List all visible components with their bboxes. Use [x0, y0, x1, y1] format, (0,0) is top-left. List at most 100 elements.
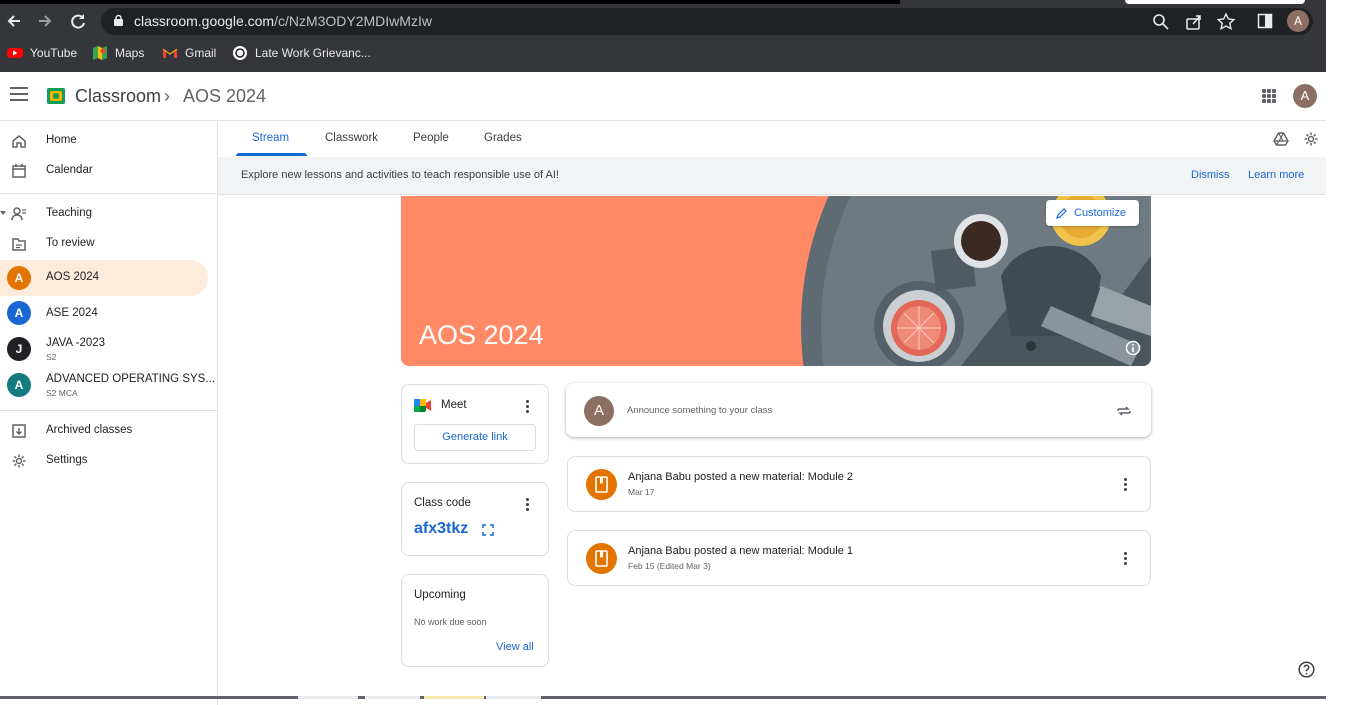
info-icon[interactable] — [1125, 340, 1141, 356]
learn-more-link[interactable]: Learn more — [1248, 169, 1304, 181]
meet-card: Meet Generate link — [401, 384, 549, 464]
class-settings-icon[interactable] — [1303, 131, 1319, 147]
info-banner: Explore new lessons and activities to te… — [218, 157, 1326, 195]
material-icon — [586, 543, 617, 574]
sidebar-item-settings[interactable]: Settings — [0, 443, 208, 479]
sidebar-item-label: Home — [46, 134, 77, 146]
google-apps-icon[interactable] — [1262, 89, 1276, 103]
account-avatar[interactable]: A — [1293, 84, 1317, 108]
hero-class-title: AOS 2024 — [419, 320, 544, 350]
forward-icon[interactable] — [34, 10, 56, 32]
taskbar-item — [424, 696, 484, 699]
classroom-header: Classroom › AOS 2024 A — [0, 72, 1326, 121]
reload-icon[interactable] — [67, 10, 89, 32]
browser-tab[interactable] — [1125, 0, 1305, 4]
dismiss-button[interactable]: Dismiss — [1191, 169, 1230, 181]
tab-stream[interactable]: Stream — [252, 132, 289, 144]
app-title[interactable]: Classroom — [75, 86, 161, 107]
tab-classwork[interactable]: Classwork — [325, 132, 378, 144]
drive-icon[interactable] — [1273, 131, 1289, 147]
class-title: AOS 2024 — [183, 86, 267, 106]
class-section: S2 MCA — [46, 388, 78, 398]
youtube-icon — [7, 48, 23, 58]
help-icon[interactable] — [1298, 661, 1315, 678]
generate-link-button[interactable]: Generate link — [414, 424, 536, 451]
meet-icon — [414, 399, 431, 412]
settings-gear-icon — [12, 454, 26, 468]
repost-icon[interactable] — [1116, 403, 1132, 419]
chatgpt-icon — [233, 46, 247, 60]
breadcrumb-separator: › — [164, 86, 170, 106]
classroom-logo-icon[interactable] — [47, 88, 65, 104]
browser-toolbar: classroom.google.com/c/NzM3ODY2MDIwMzIw … — [0, 0, 1326, 72]
teaching-icon — [11, 207, 26, 221]
sidebar-class-aos-2024[interactable]: A AOS 2024 — [0, 260, 208, 296]
class-tabs: Stream Classwork People Grades — [218, 121, 1326, 157]
stream-post[interactable]: Anjana Babu posted a new material: Modul… — [567, 456, 1151, 512]
class-avatar: A — [7, 373, 31, 397]
post-date: Feb 15 (Edited Mar 3) — [628, 561, 711, 571]
post-title: Anjana Babu posted a new material: Modul… — [628, 545, 854, 557]
more-vert-icon[interactable] — [1124, 478, 1128, 492]
sidebar-class-java-2023[interactable]: J JAVA -2023 S2 — [0, 331, 208, 367]
divider — [0, 193, 218, 194]
url-text: classroom.google.com/c/NzM3ODY2MDIwMzIw — [134, 13, 432, 29]
bookmark-label: Maps — [115, 46, 145, 60]
gmail-icon — [162, 48, 178, 58]
to-review-icon — [12, 238, 26, 251]
material-icon — [586, 469, 617, 500]
more-vert-icon[interactable] — [1124, 552, 1128, 566]
pencil-icon — [1056, 208, 1067, 219]
upcoming-card: Upcoming No work due soon View all — [401, 574, 549, 667]
announce-placeholder[interactable]: Announce something to your class — [627, 405, 772, 416]
tab-strip — [0, 0, 900, 4]
menu-icon[interactable] — [10, 87, 28, 101]
more-vert-icon[interactable] — [526, 400, 530, 414]
class-name: JAVA -2023 — [46, 337, 106, 349]
bookmark-gmail[interactable]: Gmail — [162, 42, 216, 64]
class-name: AOS 2024 — [46, 271, 100, 283]
taskbar-item — [486, 696, 541, 699]
fullscreen-icon[interactable] — [482, 524, 494, 536]
lock-icon — [114, 15, 123, 26]
class-banner-image: AOS 2024 Customize — [401, 196, 1151, 366]
announce-box[interactable]: A Announce something to your class — [566, 383, 1151, 437]
taskbar-item — [365, 696, 420, 699]
divider — [0, 410, 218, 411]
customize-button[interactable]: Customize — [1046, 200, 1139, 226]
stream-post[interactable]: Anjana Babu posted a new material: Modul… — [567, 530, 1151, 586]
share-icon[interactable] — [1184, 12, 1204, 32]
sidebar-item-to-review[interactable]: To review — [0, 226, 208, 262]
bookmark-label: Late Work Grievanc... — [255, 46, 371, 60]
class-name: ASE 2024 — [46, 307, 98, 319]
sidebar-item-label: Archived classes — [46, 424, 133, 436]
bookmark-youtube[interactable]: YouTube — [7, 42, 77, 64]
class-code-value[interactable]: afx3tkz — [414, 520, 468, 538]
sidebar-item-calendar[interactable]: Calendar — [0, 153, 208, 189]
sidebar-class-ase-2024[interactable]: A ASE 2024 — [0, 295, 208, 331]
browser-profile-avatar[interactable]: A — [1287, 10, 1309, 32]
class-code-card: Class code afx3tkz — [401, 482, 549, 556]
home-icon — [12, 135, 26, 148]
bookmark-maps[interactable]: Maps — [92, 42, 144, 64]
sidebar-class-advanced-os[interactable]: A ADVANCED OPERATING SYS... S2 MCA — [0, 367, 215, 403]
user-avatar: A — [584, 396, 614, 426]
zoom-icon[interactable] — [1151, 12, 1171, 32]
address-bar[interactable]: classroom.google.com/c/NzM3ODY2MDIwMzIw — [101, 8, 1313, 35]
post-title: Anjana Babu posted a new material: Modul… — [628, 471, 854, 483]
bookmark-label: YouTube — [30, 46, 78, 60]
more-vert-icon[interactable] — [526, 498, 530, 512]
tab-people[interactable]: People — [413, 132, 449, 144]
class-section: S2 — [46, 352, 57, 362]
back-icon[interactable] — [3, 10, 25, 32]
view-all-link[interactable]: View all — [496, 641, 534, 653]
sidebar-item-label: Settings — [46, 454, 88, 466]
star-icon[interactable] — [1216, 12, 1236, 32]
class-avatar: A — [7, 266, 31, 290]
bookmark-late-work[interactable]: Late Work Grievanc... — [232, 42, 371, 64]
banner-text: Explore new lessons and activities to te… — [241, 169, 559, 181]
tab-grades[interactable]: Grades — [484, 132, 522, 144]
sidebar-item-label: To review — [46, 237, 95, 249]
side-panel-icon[interactable] — [1257, 13, 1273, 29]
window-edge — [1326, 0, 1360, 705]
